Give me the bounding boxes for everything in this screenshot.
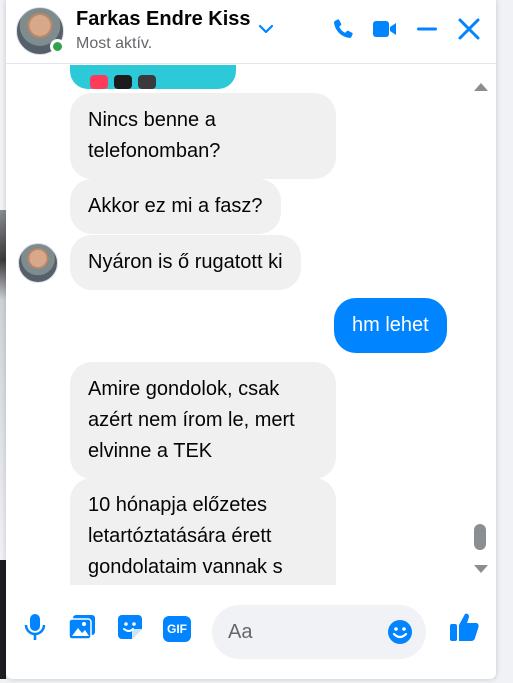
voice-clip-button[interactable] — [20, 613, 50, 646]
sticker-icon — [116, 613, 144, 646]
message-bubble-incoming[interactable]: Akkor ez mi a fasz? — [70, 179, 281, 234]
scroll-thumb[interactable] — [474, 524, 486, 550]
chat-header: Farkas Endre Kiss Most aktív. — [6, 0, 496, 64]
background-page-right — [496, 0, 513, 683]
close-button[interactable] — [452, 14, 486, 48]
sticker-button[interactable] — [115, 614, 145, 644]
contact-status: Most aktív. — [76, 35, 153, 52]
message-input[interactable] — [228, 619, 378, 645]
background-page-bottom — [0, 679, 513, 683]
contact-name[interactable]: Farkas Endre Kiss — [76, 8, 251, 31]
scroll-down-arrow-icon[interactable] — [474, 565, 488, 573]
video-call-button[interactable] — [368, 14, 402, 48]
message-bubble-incoming[interactable]: Nyáron is ő rugatott ki — [70, 235, 301, 290]
message-bubble-incoming[interactable]: Nincs benne a telefonomban? — [70, 93, 336, 179]
message-input-box[interactable] — [212, 605, 426, 659]
gif-button[interactable]: GIF — [162, 614, 192, 644]
emoji-button[interactable] — [386, 618, 414, 646]
send-like-button[interactable] — [446, 612, 482, 646]
sender-avatar[interactable] — [18, 243, 58, 283]
message-scrollbar[interactable] — [472, 83, 488, 573]
minimize-button[interactable] — [410, 14, 444, 48]
message-list[interactable]: Nincs benne a telefonomban? Akkor ez mi … — [6, 65, 496, 585]
message-bubble-outgoing[interactable]: hm lehet — [334, 298, 447, 353]
phone-call-button[interactable] — [326, 14, 360, 48]
microphone-icon — [24, 613, 46, 646]
phone-icon — [331, 17, 355, 46]
contact-avatar[interactable] — [16, 7, 65, 55]
shared-image-message[interactable] — [70, 65, 236, 89]
scroll-up-arrow-icon[interactable] — [474, 83, 488, 91]
like-icon — [448, 611, 480, 648]
message-bubble-incoming[interactable]: 10 hónapja előzetes letartóztatására ére… — [70, 478, 336, 585]
minimize-icon — [415, 17, 439, 46]
attach-photo-button[interactable] — [67, 614, 97, 644]
close-icon — [457, 17, 481, 46]
message-composer: GIF — [6, 592, 496, 672]
message-bubble-incoming[interactable]: Amire gondolok, csak azért nem írom le, … — [70, 362, 336, 479]
chat-window: Farkas Endre Kiss Most aktív. Nincs benn… — [6, 0, 496, 679]
chevron-down-icon[interactable] — [258, 22, 274, 40]
emoji-icon — [386, 620, 414, 650]
image-icon — [68, 614, 96, 645]
online-status-dot — [50, 39, 65, 54]
gif-icon: GIF — [163, 616, 191, 642]
video-icon — [372, 18, 398, 45]
